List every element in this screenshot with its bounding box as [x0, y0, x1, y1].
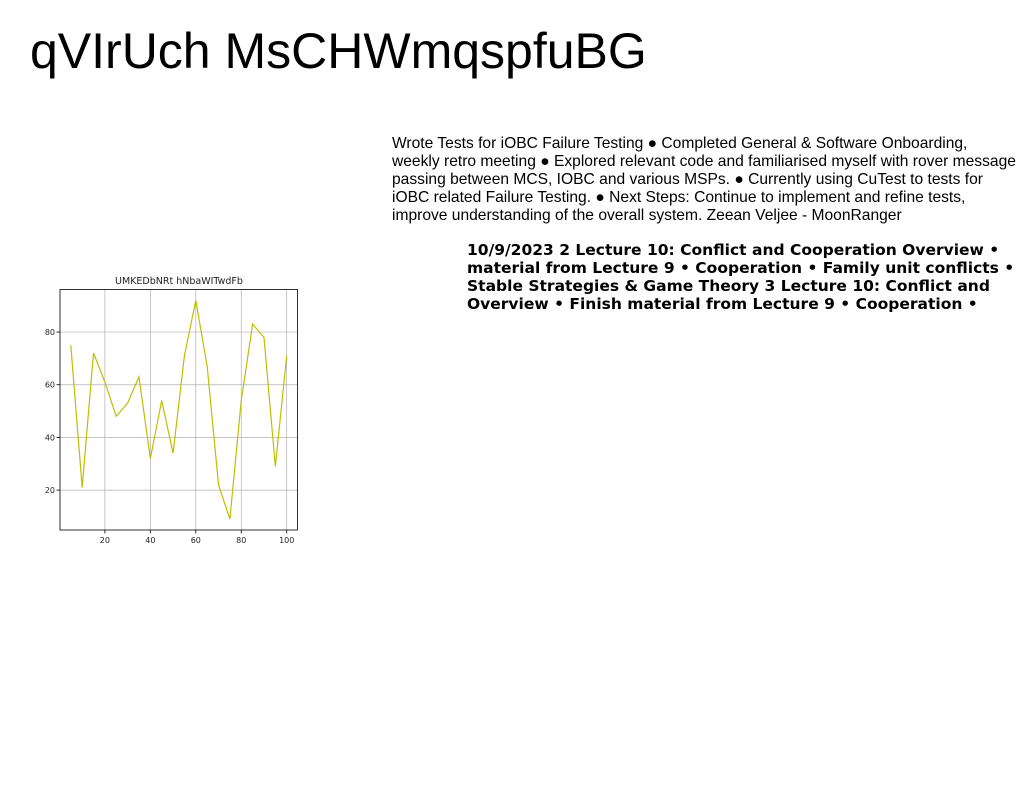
line-chart-svg: UMKEDbNRt hNbaWITwdFb 20 40 60 80 100 20 40 60 8… [45, 276, 298, 545]
line-chart: UMKEDbNRt hNbaWITwdFb 20 40 60 80 100 20 40 60 8… [40, 268, 310, 548]
report-text: Wrote Tests for iOBC Failure Testing ● C… [392, 135, 1016, 224]
lecture-line: Stable Strategies & Game Theory 3 Lectur… [467, 277, 990, 295]
lecture-line: 10/9/2023 2 Lecture 10: Conflict and Coo… [467, 241, 1000, 259]
lecture-line: material from Lecture 9 • Cooperation • … [467, 259, 1015, 277]
y-tick-label: 80 [45, 328, 55, 337]
x-tick-label: 80 [236, 536, 246, 545]
series-line [70, 300, 288, 520]
y-tick-label: 20 [45, 486, 55, 495]
x-tick-label: 20 [100, 536, 110, 545]
lecture-text: 10/9/2023 2 Lecture 10: Conflict and Coo… [467, 241, 1024, 313]
y-tick-label: 60 [45, 381, 55, 390]
lecture-line: Overview • Finish material from Lecture … [467, 295, 978, 313]
x-tick-label: 60 [191, 536, 201, 545]
chart-axes-frame [59, 289, 298, 531]
page-title: qVIrUch MsCHWmqspfuBG [30, 23, 647, 79]
chart-lines [70, 300, 288, 520]
chart-grid [60, 289, 298, 530]
x-tick-label: 100 [279, 536, 294, 545]
chart-title: UMKEDbNRt hNbaWITwdFb [115, 276, 243, 287]
x-tick-label: 40 [145, 536, 155, 545]
y-tick-label: 40 [45, 433, 55, 442]
